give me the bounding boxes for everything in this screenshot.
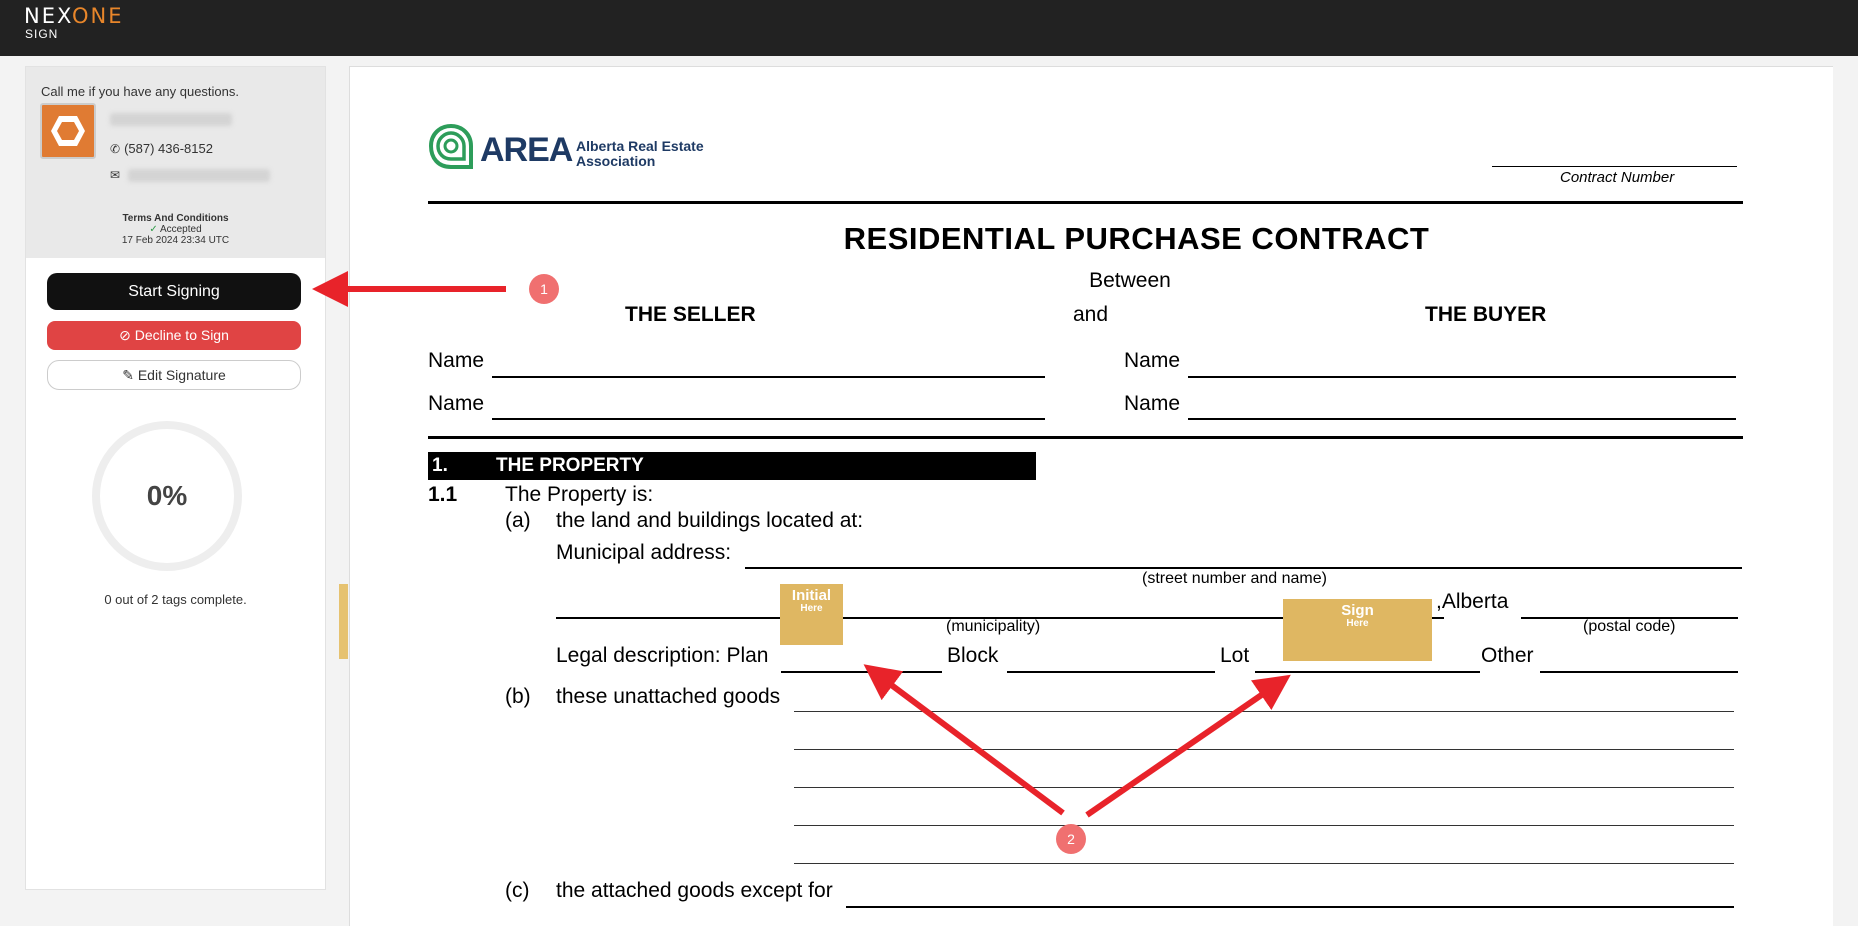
arrow-to-initial-tag [863,664,1065,816]
annotation-badge-2: 2 [1056,824,1086,854]
annotation-overlay [312,271,1291,818]
arrow-to-sign-tag [1085,674,1291,818]
annotation-badge-1: 1 [529,274,559,304]
